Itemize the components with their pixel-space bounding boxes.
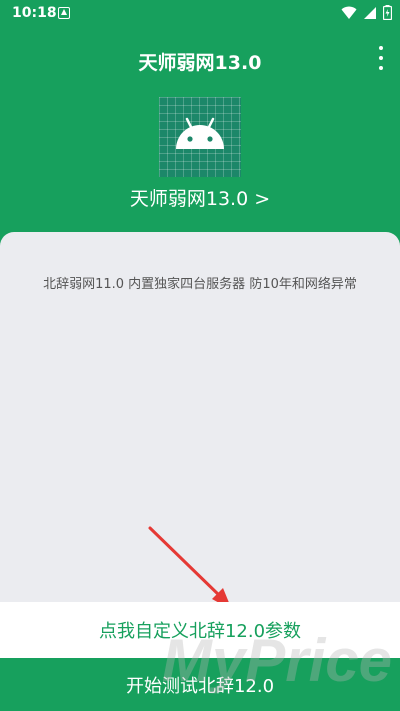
status-bar: 10:18 [0,0,400,28]
app-name-link[interactable]: 天师弱网13.0 > [0,184,400,211]
signal-icon [364,6,376,19]
app-bar-title: 天师弱网13.0 [138,52,262,74]
custom-params-button[interactable]: 点我自定义北辞12.0参数 [0,602,400,658]
battery-icon [383,5,392,20]
more-options-icon[interactable] [376,46,386,70]
notice-text: 北辞弱网11.0 内置独家四台服务器 防10年和网络异常 [43,277,357,292]
notification-icon [58,7,70,19]
content-panel: 北辞弱网11.0 内置独家四台服务器 防10年和网络异常 [0,232,400,602]
android-app-icon [159,97,241,177]
app-bar: 天师弱网13.0 [0,28,400,88]
status-time: 10:18 [12,5,57,21]
android-icon [176,117,224,149]
start-test-button[interactable]: 开始测试北辞12.0 [0,658,400,711]
wifi-icon [341,6,357,19]
